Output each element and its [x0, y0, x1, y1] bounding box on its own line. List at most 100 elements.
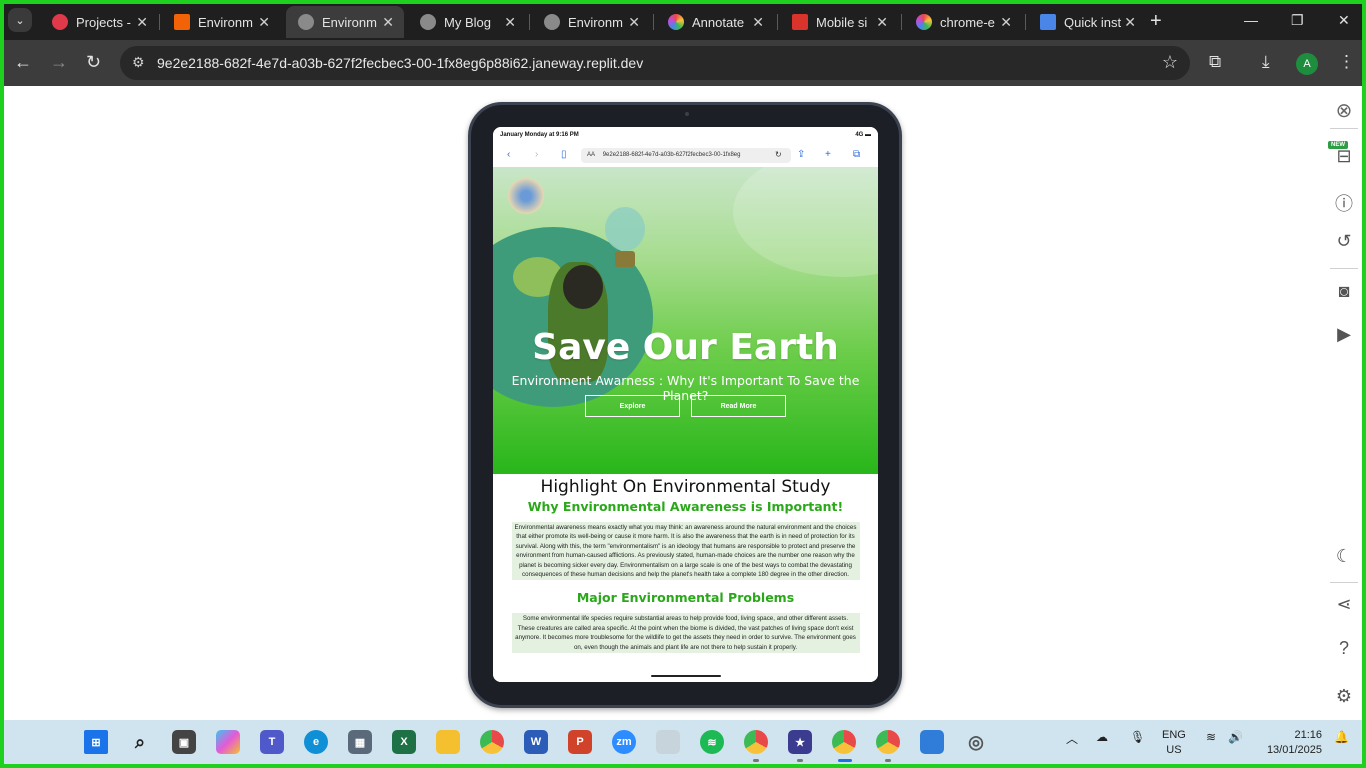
wifi-icon[interactable]: ≋ — [1206, 730, 1216, 744]
photos-icon[interactable] — [920, 730, 944, 754]
hands-globe-illustration — [508, 178, 544, 214]
copilot-icon[interactable] — [216, 730, 240, 754]
teams-icon[interactable]: T — [260, 730, 284, 754]
menu-icon[interactable]: ⋮ — [1338, 52, 1355, 72]
chrome-ext-icon — [916, 14, 932, 30]
tab-annotate[interactable]: Annotate ✕ — [656, 6, 774, 38]
tab-title: My Blog — [444, 14, 491, 30]
system-clock[interactable]: 21:16 13/01/2025 — [1260, 728, 1322, 758]
download-icon[interactable]: ⤓ — [1262, 52, 1270, 72]
profile-avatar[interactable]: A — [1296, 53, 1318, 75]
tab-quick-install[interactable]: Quick inst ✕ — [1028, 6, 1146, 38]
search-icon[interactable]: ⌕ — [128, 730, 152, 754]
restore-icon[interactable]: ❐ — [1291, 12, 1304, 29]
microphone-icon[interactable]: 🎙 — [1130, 730, 1145, 744]
safari-sidebar-icon[interactable]: ▯ — [561, 149, 567, 160]
share-icon[interactable]: ⋖ — [1326, 594, 1362, 615]
reload-icon[interactable]: ↻ — [86, 52, 101, 73]
help-icon[interactable]: ? — [1326, 638, 1362, 659]
close-icon[interactable]: ✕ — [876, 14, 888, 31]
app-ring-icon[interactable]: ◎ — [964, 730, 988, 754]
safari-tabs-icon[interactable]: ⧉ — [853, 149, 860, 160]
tray-chevron-icon[interactable]: ︿ — [1066, 730, 1078, 747]
new-tab-icon[interactable]: + — [1150, 10, 1162, 33]
browser-window: ⌄ Projects - ✕ Environm ✕ Environm ✕ My … — [4, 4, 1362, 86]
tab-strip: ⌄ Projects - ✕ Environm ✕ Environm ✕ My … — [4, 4, 1362, 40]
shield-app-icon[interactable]: ★ — [788, 730, 812, 754]
close-icon[interactable]: ✕ — [628, 14, 640, 31]
site-info-icon[interactable]: ⚙ — [132, 54, 145, 71]
globe-icon — [544, 14, 560, 30]
awareness-paragraph: Environmental awareness means exactly wh… — [511, 522, 860, 581]
read-more-button[interactable]: Read More — [691, 395, 786, 417]
file-explorer-icon[interactable] — [436, 730, 460, 754]
clock-time: 21:16 — [1294, 729, 1322, 741]
window-close-icon[interactable]: ✕ — [1338, 12, 1350, 29]
tab-chrome-extension[interactable]: chrome-e ✕ — [904, 6, 1022, 38]
tab-title: Annotate — [692, 14, 745, 30]
close-icon[interactable]: ✕ — [1000, 14, 1012, 31]
safari-new-tab-icon[interactable]: + — [825, 149, 831, 160]
settings-gear-icon[interactable]: ⚙ — [1326, 686, 1362, 707]
chrome-profile-a-icon[interactable] — [832, 730, 856, 754]
tab-search-icon[interactable]: ⌄ — [8, 8, 32, 32]
tab-title: Environm — [198, 14, 253, 30]
spotify-icon[interactable]: ≋ — [700, 730, 724, 754]
safari-aa[interactable]: AA — [587, 152, 595, 158]
safari-forward-icon[interactable]: › — [535, 149, 538, 160]
chrome-profile-c2-icon[interactable] — [876, 730, 900, 754]
extensions-icon[interactable]: ⧉ — [1209, 52, 1221, 72]
onedrive-icon[interactable]: ☁ — [1096, 730, 1108, 744]
dark-mode-moon-icon[interactable]: ☾ — [1326, 546, 1362, 567]
tab-environment-1[interactable]: Environm ✕ — [162, 6, 280, 38]
camera-dot — [685, 112, 689, 116]
tab-title: Environm — [322, 14, 377, 30]
safari-url-field[interactable]: AA 9e2e2188-682f-4e7d-a03b-627f2fecbec3-… — [581, 148, 791, 163]
close-icon[interactable]: ✕ — [258, 14, 270, 31]
powerpoint-icon[interactable]: P — [568, 730, 592, 754]
safari-back-icon[interactable]: ‹ — [507, 149, 510, 160]
back-icon[interactable]: ← — [14, 52, 32, 73]
word-icon[interactable]: W — [524, 730, 548, 754]
close-icon[interactable]: ✕ — [382, 14, 394, 31]
screenshot-camera-icon[interactable]: ◙ — [1326, 281, 1362, 302]
clock-date: 13/01/2025 — [1266, 744, 1322, 756]
close-circle-icon[interactable]: ⊗ — [1326, 98, 1362, 123]
info-icon[interactable]: ⓘ — [1326, 190, 1362, 216]
tab-environment-active[interactable]: Environm ✕ — [286, 6, 404, 38]
tab-my-blog[interactable]: My Blog ✕ — [408, 6, 526, 38]
close-icon[interactable]: ✕ — [1124, 14, 1136, 31]
zoom-icon[interactable]: zm — [612, 730, 636, 754]
task-view-icon[interactable]: ▣ — [172, 730, 196, 754]
excel-icon[interactable]: X — [392, 730, 416, 754]
devices-icon[interactable]: ⊟ — [1326, 146, 1362, 167]
url-text: 9e2e2188-682f-4e7d-a03b-627f2fecbec3-00-… — [157, 55, 644, 71]
tab-title: Projects - — [76, 14, 131, 30]
close-icon[interactable]: ✕ — [136, 14, 148, 31]
safari-share-icon[interactable]: ⇪ — [797, 149, 805, 160]
edge-icon[interactable]: e — [304, 730, 328, 754]
windows-start-icon[interactable]: ⊞ — [84, 730, 108, 754]
close-icon[interactable]: ✕ — [504, 14, 516, 31]
close-icon[interactable]: ✕ — [752, 14, 764, 31]
rotate-icon[interactable]: ↺ — [1326, 231, 1362, 252]
chrome-profile-c-icon[interactable] — [744, 730, 768, 754]
volume-icon[interactable]: 🔊 — [1228, 730, 1243, 744]
minimize-icon[interactable]: — — [1244, 12, 1258, 28]
video-record-icon[interactable]: ▶ — [1326, 324, 1362, 345]
tab-environment-3[interactable]: Environm ✕ — [532, 6, 650, 38]
app-icon[interactable] — [656, 730, 680, 754]
tab-mobile-simulator[interactable]: Mobile si ✕ — [780, 6, 898, 38]
tab-projects[interactable]: Projects - ✕ — [40, 6, 158, 38]
forward-icon[interactable]: → — [50, 52, 68, 73]
tablet-frame: January Monday at 9:16 PM 4G ▬ ‹ › ▯ AA … — [468, 102, 902, 708]
explore-button[interactable]: Explore — [585, 395, 680, 417]
calculator-icon[interactable]: ▦ — [348, 730, 372, 754]
notification-icon[interactable]: 🔔 — [1334, 730, 1349, 744]
globe-icon — [420, 14, 436, 30]
language-indicator[interactable]: ENG US — [1162, 728, 1186, 758]
bookmark-star-icon[interactable]: ☆ — [1162, 52, 1178, 73]
url-field[interactable]: ⚙ 9e2e2188-682f-4e7d-a03b-627f2fecbec3-0… — [120, 46, 1190, 80]
chrome-icon[interactable] — [480, 730, 504, 754]
safari-reload-icon[interactable]: ↻ — [775, 150, 782, 159]
